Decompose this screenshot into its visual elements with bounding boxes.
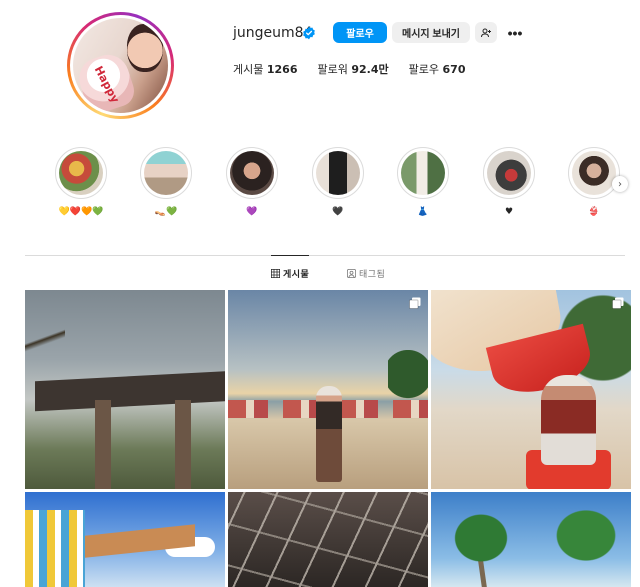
profile-username: jungeum84 [233, 25, 313, 41]
stat-label: 게시물 [233, 63, 264, 76]
more-options-button[interactable]: ••• [504, 22, 526, 43]
grid-icon [271, 269, 280, 278]
highlight-label: ♥ [504, 207, 514, 217]
highlight-cover [401, 151, 445, 195]
tagged-icon [347, 269, 356, 278]
carousel-icon [612, 297, 624, 309]
highlight-label: 💛❤️🧡💚 [58, 207, 104, 217]
post-thumbnail[interactable] [431, 290, 631, 489]
stat-followers[interactable]: 팔로워 92.4만 [318, 61, 389, 77]
send-message-button[interactable]: 메시지 보내기 [392, 22, 470, 43]
post-thumbnail[interactable] [25, 492, 225, 587]
tab-tagged[interactable]: 태그됨 [347, 267, 385, 280]
profile-avatar[interactable]: Happy [67, 12, 174, 119]
highlight-label: 👗 [417, 207, 429, 217]
highlight-item[interactable]: 💛❤️🧡💚 [55, 147, 107, 218]
stat-label: 팔로워 [317, 63, 348, 76]
tabs-divider [25, 255, 625, 256]
highlight-item[interactable]: 💜 [226, 147, 278, 218]
suggested-accounts-button[interactable] [475, 22, 497, 43]
tab-posts[interactable]: 게시물 [271, 267, 309, 280]
highlight-label: 👡💚 [154, 207, 178, 217]
highlight-cover [487, 151, 531, 195]
avatar-photo: Happy [73, 18, 168, 113]
highlight-cover [230, 151, 274, 195]
highlight-item[interactable]: 👡💚 [140, 147, 192, 218]
tab-label: 게시물 [283, 270, 310, 280]
post-thumbnail[interactable] [228, 492, 428, 587]
highlight-cover [59, 151, 103, 195]
add-user-icon [481, 28, 491, 37]
post-thumbnail[interactable] [228, 290, 428, 489]
follow-button[interactable]: 팔로우 [333, 22, 387, 43]
tab-label: 태그됨 [359, 270, 386, 280]
stat-following[interactable]: 팔로우 670 [409, 61, 466, 77]
highlight-label: 👙 [588, 207, 600, 217]
stat-value: 1266 [266, 63, 298, 76]
highlight-cover [316, 151, 360, 195]
post-thumbnail[interactable] [431, 492, 631, 587]
post-thumbnail[interactable] [25, 290, 225, 489]
profile-stats: 게시물 1266 팔로워 92.4만 팔로우 670 [233, 61, 485, 77]
highlight-cover [572, 151, 616, 195]
active-tab-indicator [271, 255, 309, 256]
highlights-next-button[interactable]: › [612, 176, 628, 192]
stat-value: 92.4만 [351, 63, 389, 76]
highlight-item[interactable]: ♥ [483, 147, 535, 218]
highlight-item[interactable]: 👗 [397, 147, 449, 218]
stat-label: 팔로우 [408, 63, 440, 76]
stat-posts[interactable]: 게시물 1266 [233, 61, 298, 77]
carousel-icon [409, 297, 421, 309]
highlight-label: 💜 [246, 207, 258, 217]
highlight-item[interactable]: 🖤 [312, 147, 364, 218]
stat-value: 670 [442, 63, 466, 76]
highlight-label: 🖤 [332, 207, 344, 217]
verified-badge-icon [303, 26, 315, 40]
highlight-cover [144, 151, 188, 195]
